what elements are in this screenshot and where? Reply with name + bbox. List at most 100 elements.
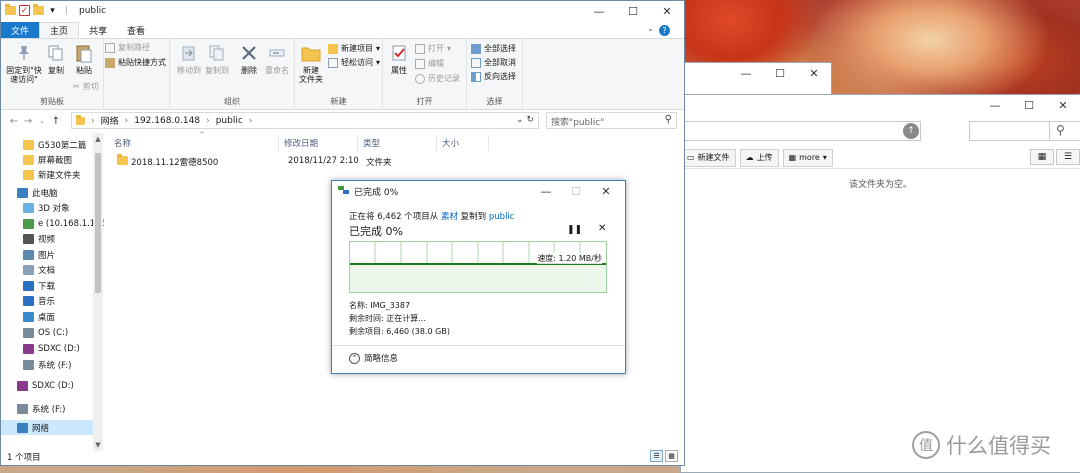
web-address-bar[interactable]: [681, 121, 921, 141]
fewer-details-button[interactable]: ⌃ 简略信息: [349, 352, 398, 364]
column-header-date[interactable]: 修改日期: [279, 135, 358, 151]
cut-button[interactable]: ✂ 剪切: [73, 81, 99, 92]
column-header-type[interactable]: 类型: [358, 135, 437, 151]
details-view-icon[interactable]: ☰: [650, 450, 663, 462]
new-folder-button[interactable]: ▭ 新建文件: [681, 148, 736, 167]
web-search-bar[interactable]: ⚲: [969, 121, 1080, 141]
forward-arrow-icon[interactable]: →: [21, 116, 35, 127]
dialog-titlebar[interactable]: 已完成 0%: [338, 185, 398, 198]
ribbon-collapse-icon[interactable]: ⌄: [647, 24, 654, 33]
destination-link[interactable]: public: [489, 212, 515, 222]
sidebar-item[interactable]: 3D 对象: [1, 200, 70, 215]
rename-button[interactable]: 重命名: [264, 42, 290, 75]
sidebar-item[interactable]: e (10.168.1.166: [1, 216, 104, 231]
address-dropdown-refresh[interactable]: ⌄ ↻: [516, 115, 534, 125]
search-icon[interactable]: ⚲: [665, 114, 672, 125]
copy-path-button[interactable]: 复制路径: [105, 42, 150, 53]
paste-shortcut-button[interactable]: 粘贴快捷方式: [105, 57, 166, 68]
maximize-icon[interactable]: ☐: [616, 1, 650, 22]
new-item-button[interactable]: 新建项目 ▾: [328, 43, 380, 54]
source-link[interactable]: 素材: [441, 212, 458, 222]
sidebar-item[interactable]: OS (C:): [1, 325, 68, 340]
new-folder-button[interactable]: 新建 文件夹: [297, 42, 325, 84]
background-window-small-titlebar[interactable]: — ☐ ✕: [681, 63, 831, 84]
list-view-icon[interactable]: ☰: [1056, 149, 1080, 165]
paste-button[interactable]: 粘贴: [71, 42, 97, 75]
scrollbar-thumb[interactable]: [95, 153, 101, 293]
column-header-name[interactable]: 名称: [109, 135, 279, 151]
scroll-up-icon[interactable]: ▲: [93, 135, 103, 143]
background-window-titlebar[interactable]: — ☐ ✕: [681, 95, 1080, 116]
search-input[interactable]: 搜索"public" ⚲: [546, 112, 677, 129]
history-button[interactable]: 历史记录: [415, 73, 460, 84]
help-icon[interactable]: ?: [659, 25, 670, 36]
sidebar-item[interactable]: 系统 (F:): [1, 401, 65, 416]
column-header-size[interactable]: 大小: [437, 135, 489, 151]
tab-view[interactable]: 查看: [117, 22, 155, 38]
close-icon[interactable]: ✕: [650, 1, 684, 22]
sidebar-item[interactable]: SDXC (D:): [1, 341, 80, 356]
minimize-icon[interactable]: —: [582, 1, 616, 22]
large-icons-view-icon[interactable]: ▦: [665, 450, 678, 462]
maximize-icon[interactable]: ☐: [763, 63, 797, 84]
close-icon[interactable]: ✕: [797, 63, 831, 84]
open-button[interactable]: 打开 ▾: [415, 43, 451, 54]
sidebar-item[interactable]: 图片: [1, 247, 55, 262]
sidebar-item[interactable]: 网络: [1, 420, 93, 435]
pause-icon[interactable]: ❚❚: [567, 225, 582, 235]
delete-button[interactable]: 删除: [238, 42, 260, 75]
more-button[interactable]: ▦ more ▾: [782, 148, 833, 167]
up-arrow-icon[interactable]: ↑: [49, 116, 63, 127]
breadcrumb-public[interactable]: public: [216, 116, 243, 126]
cancel-copy-icon[interactable]: ✕: [598, 223, 606, 234]
sidebar-item[interactable]: 系统 (F:): [1, 357, 71, 372]
app-folder-icon[interactable]: [5, 4, 16, 16]
minimize-icon[interactable]: —: [531, 181, 561, 201]
quick-access-dropdown-icon[interactable]: ▾: [47, 5, 58, 16]
move-to-button[interactable]: 移动到: [176, 42, 202, 75]
table-row[interactable]: 2018.11.12雷德8500 2018/11/27 2:10 文件夹: [113, 153, 593, 169]
properties-button[interactable]: 属性: [387, 42, 411, 75]
scroll-down-icon[interactable]: ▼: [93, 441, 103, 449]
recent-dropdown-icon[interactable]: ⌄: [35, 117, 49, 125]
copy-progress-dialog[interactable]: 已完成 0% — ☐ ✕ 正在将 6,462 个项目从 素材 复制到 publi…: [331, 180, 626, 374]
close-icon[interactable]: ✕: [1046, 95, 1080, 116]
explorer-titlebar[interactable]: ✓ ▾ | public — ☐ ✕: [1, 1, 684, 22]
breadcrumb-host[interactable]: 192.168.0.148: [134, 116, 200, 126]
tab-file[interactable]: 文件: [1, 22, 40, 38]
sidebar-item[interactable]: 文档: [1, 262, 55, 277]
sidebar-item[interactable]: SDXC (D:): [1, 378, 74, 393]
address-bar[interactable]: › 网络 › 192.168.0.148 › public › ⌄ ↻: [71, 112, 539, 129]
sidebar-item[interactable]: 下载: [1, 278, 55, 293]
sidebar-item[interactable]: 此电脑: [1, 185, 58, 200]
sidebar-item[interactable]: 音乐: [1, 293, 55, 308]
sidebar-item[interactable]: G530第二篇: [1, 137, 86, 152]
new-folder-quick-icon[interactable]: [33, 4, 44, 16]
copy-button[interactable]: 复制: [45, 42, 67, 75]
close-icon[interactable]: ✕: [591, 181, 621, 201]
background-window-web-folder[interactable]: — ☐ ✕ ↑ ⚲ ▭ 新建文件 ☁ 上传 ▦ more ▾ ▦ ☰ 该文件夹为…: [680, 94, 1080, 473]
up-arrow-icon[interactable]: ↑: [903, 123, 919, 139]
upload-button[interactable]: ☁ 上传: [739, 148, 779, 167]
edit-button[interactable]: 编辑: [415, 58, 444, 69]
sidebar-item[interactable]: 视频: [1, 231, 55, 246]
select-all-button[interactable]: 全部选择: [471, 43, 516, 54]
select-none-button[interactable]: 全部取消: [471, 57, 516, 68]
easy-access-button[interactable]: 轻松访问 ▾: [328, 57, 380, 68]
sidebar-item[interactable]: 桌面: [1, 309, 55, 324]
back-arrow-icon[interactable]: ←: [7, 116, 21, 127]
properties-check-icon[interactable]: ✓: [19, 5, 30, 16]
web-search-input[interactable]: [970, 122, 1050, 140]
navigation-pane-scrollbar[interactable]: ▲ ▼: [93, 133, 103, 451]
pin-quick-access-button[interactable]: 固定到"快速访问": [5, 42, 43, 84]
copy-to-button[interactable]: 复制到: [204, 42, 230, 75]
tab-home[interactable]: 主页: [39, 22, 80, 38]
sidebar-item[interactable]: 新建文件夹: [1, 167, 81, 182]
tab-share[interactable]: 共享: [79, 22, 117, 38]
maximize-icon[interactable]: ☐: [1012, 95, 1046, 116]
breadcrumb-network[interactable]: 网络: [101, 114, 119, 127]
search-icon[interactable]: ⚲: [1056, 123, 1065, 137]
minimize-icon[interactable]: —: [978, 95, 1012, 116]
minimize-icon[interactable]: —: [729, 63, 763, 84]
invert-selection-button[interactable]: 反向选择: [471, 71, 516, 82]
